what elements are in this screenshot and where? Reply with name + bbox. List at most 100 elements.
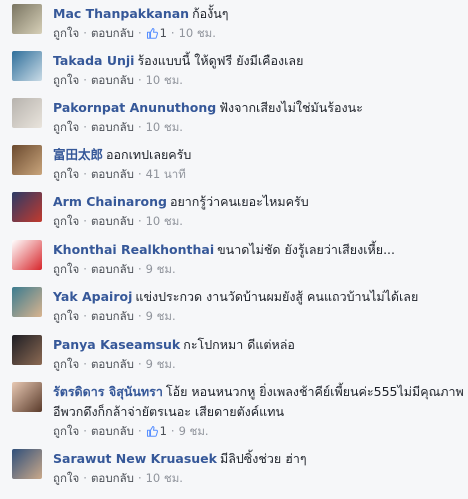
avatar[interactable]: [12, 51, 42, 81]
reply-button[interactable]: ตอบกลับ: [91, 73, 134, 87]
comment-actions: ถูกใจ · ตอบกลับ · 9 ชม.: [53, 260, 464, 279]
comment-time[interactable]: 41 นาที: [146, 167, 186, 181]
reply-button[interactable]: ตอบกลับ: [91, 214, 134, 228]
comment-time[interactable]: 10 ชม.: [146, 120, 183, 134]
reply-button[interactable]: ตอบกลับ: [91, 471, 134, 485]
comment-text: ฟังจากเสียงไม่ใช่มันร้องนะ: [219, 100, 363, 115]
comment-line: 富田太郎 ออกเทปเลยครับ: [53, 145, 464, 165]
separator: ·: [137, 73, 142, 87]
separator: ·: [83, 167, 87, 181]
comment-actions: ถูกใจ · ตอบกลับ · 10 ชม.: [53, 212, 464, 231]
comment-actions: ถูกใจ · ตอบกลับ · 1 · 10 ชม.: [53, 24, 464, 45]
comment-line: Yak Apairoj แข่งประกวด งานวัดบ้านผมยังสู้…: [53, 287, 464, 307]
reply-button[interactable]: ตอบกลับ: [91, 262, 134, 276]
comment-line: Sarawut New Kruasuek มีลิปซิ้งช่วย ฮ่าๆ: [53, 449, 464, 469]
thumbs-up-icon: [146, 424, 158, 443]
avatar[interactable]: [12, 98, 42, 128]
like-button[interactable]: ถูกใจ: [53, 357, 79, 371]
like-button[interactable]: ถูกใจ: [53, 167, 79, 181]
separator: ·: [83, 471, 87, 485]
avatar[interactable]: [12, 335, 42, 365]
avatar[interactable]: [12, 4, 42, 34]
comment-actions: ถูกใจ · ตอบกลับ · 9 ชม.: [53, 307, 464, 326]
comment-text: อยากรู้ว่าคนเยอะไหมครับ: [169, 194, 309, 209]
commenter-name[interactable]: 富田太郎: [53, 147, 103, 162]
like-reaction[interactable]: 1: [146, 424, 167, 438]
commenter-name[interactable]: Takada Unji: [53, 53, 134, 68]
like-button[interactable]: ถูกใจ: [53, 309, 79, 323]
comment-line: Pakornpat Anunuthong ฟังจากเสียงไม่ใช่มัน…: [53, 98, 464, 118]
commenter-name[interactable]: Panya Kaseamsuk: [53, 337, 180, 352]
comment-time[interactable]: 10 ชม.: [146, 471, 183, 485]
like-button[interactable]: ถูกใจ: [53, 424, 79, 438]
commenter-name[interactable]: Mac Thanpakkanan: [53, 6, 189, 21]
comment-text: ออกเทปเลยครับ: [106, 147, 192, 162]
comment-line: Khonthai Realkhonthai ขนาดไม่ชัด ยังรู้เล…: [53, 240, 464, 260]
reply-button[interactable]: ตอบกลับ: [91, 120, 134, 134]
avatar[interactable]: [12, 382, 42, 412]
commenter-name[interactable]: Pakornpat Anunuthong: [53, 100, 216, 115]
thumbs-up-icon: [146, 26, 158, 45]
separator: ·: [137, 120, 142, 134]
like-button[interactable]: ถูกใจ: [53, 73, 79, 87]
like-count: 1: [159, 26, 167, 40]
commenter-name[interactable]: Sarawut New Kruasuek: [53, 451, 217, 466]
avatar[interactable]: [12, 145, 42, 175]
separator: ·: [170, 424, 175, 438]
comment-time[interactable]: 9 ชม.: [146, 309, 176, 323]
comment-actions: ถูกใจ · ตอบกลับ · 10 ชม.: [53, 469, 464, 488]
separator: ·: [170, 26, 175, 40]
separator: ·: [137, 26, 142, 40]
avatar[interactable]: [12, 287, 42, 317]
separator: ·: [83, 262, 87, 276]
comment-text: ก้องั้นๆ: [192, 6, 229, 21]
comment-time[interactable]: 10 ชม.: [179, 26, 216, 40]
separator: ·: [83, 120, 87, 134]
comment-line: Panya Kaseamsuk กะโปกหมา ดีแต่หล่อ: [53, 335, 464, 355]
comment-text: มีลิปซิ้งช่วย ฮ่าๆ: [219, 451, 307, 466]
comment-actions: ถูกใจ · ตอบกลับ · 9 ชม.: [53, 355, 464, 374]
avatar[interactable]: [12, 240, 42, 270]
commenter-name[interactable]: รัตรดิดาร จิสุนันทรา: [53, 384, 163, 399]
separator: ·: [83, 26, 87, 40]
like-button[interactable]: ถูกใจ: [53, 471, 79, 485]
commenter-name[interactable]: Yak Apairoj: [53, 289, 132, 304]
separator: ·: [137, 214, 142, 228]
commenter-name[interactable]: Khonthai Realkhonthai: [53, 242, 214, 257]
comment-time[interactable]: 9 ชม.: [146, 357, 176, 371]
separator: ·: [137, 357, 142, 371]
separator: ·: [83, 214, 87, 228]
separator: ·: [137, 167, 142, 181]
reply-button[interactable]: ตอบกลับ: [91, 309, 134, 323]
comment-line: Mac Thanpakkanan ก้องั้นๆ: [53, 4, 464, 24]
avatar[interactable]: [12, 192, 42, 222]
comment-time[interactable]: 10 ชม.: [146, 73, 183, 87]
separator: ·: [137, 262, 142, 276]
comment-time[interactable]: 9 ชม.: [179, 424, 209, 438]
separator: ·: [137, 309, 142, 323]
comment-line: Arm Chainarong อยากรู้ว่าคนเยอะไหมครับ: [53, 192, 464, 212]
reply-button[interactable]: ตอบกลับ: [91, 26, 134, 40]
like-button[interactable]: ถูกใจ: [53, 262, 79, 276]
like-button[interactable]: ถูกใจ: [53, 26, 79, 40]
reply-button[interactable]: ตอบกลับ: [91, 357, 134, 371]
like-button[interactable]: ถูกใจ: [53, 120, 79, 134]
like-button[interactable]: ถูกใจ: [53, 214, 79, 228]
separator: ·: [83, 424, 87, 438]
comment-time[interactable]: 10 ชม.: [146, 214, 183, 228]
separator: ·: [83, 309, 87, 323]
comment-list: Mac Thanpakkanan ก้องั้นๆ ถูกใจ · ตอบกลับ · 1 ·…: [0, 0, 468, 499]
comment-text: กะโปกหมา ดีแต่หล่อ: [183, 337, 295, 352]
separator: ·: [137, 424, 142, 438]
comment-text: ร้องแบบนี้ ให้ดูฟรี ยังมีเคืองเลย: [137, 53, 304, 68]
like-reaction[interactable]: 1: [146, 26, 167, 40]
comment-actions: ถูกใจ · ตอบกลับ · 10 ชม.: [53, 71, 464, 90]
like-count: 1: [159, 424, 167, 438]
reply-button[interactable]: ตอบกลับ: [91, 424, 134, 438]
comment-line: Takada Unji ร้องแบบนี้ ให้ดูฟรี ยังมีเคือ…: [53, 51, 464, 71]
comment-time[interactable]: 9 ชม.: [146, 262, 176, 276]
commenter-name[interactable]: Arm Chainarong: [53, 194, 167, 209]
avatar[interactable]: [12, 449, 42, 479]
separator: ·: [137, 471, 142, 485]
reply-button[interactable]: ตอบกลับ: [91, 167, 134, 181]
